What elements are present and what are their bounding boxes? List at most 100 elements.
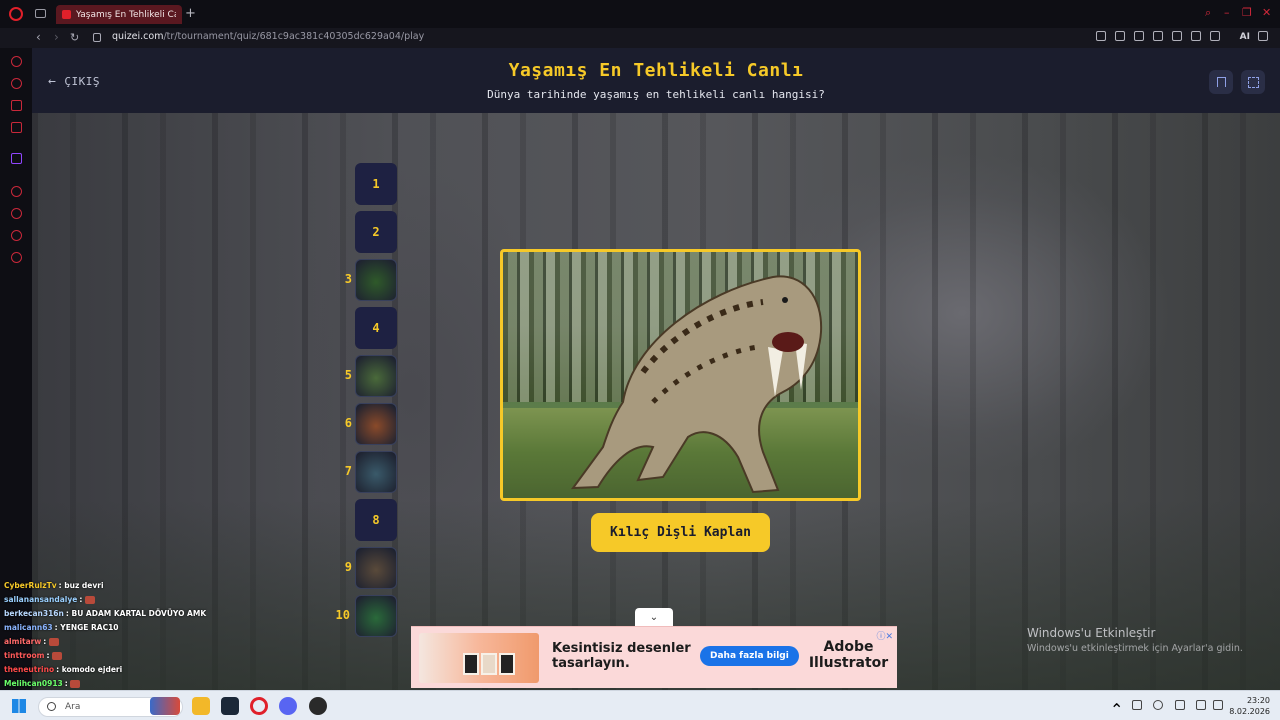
- widget-icon[interactable]: [150, 697, 180, 715]
- history-icon[interactable]: [11, 208, 22, 219]
- player-icon[interactable]: [1153, 31, 1163, 41]
- tab-overview-icon[interactable]: [35, 9, 46, 18]
- chat-username[interactable]: almitarw: [4, 637, 41, 646]
- speed-dial-icon[interactable]: [11, 56, 22, 67]
- bag-icon[interactable]: [11, 78, 22, 89]
- bracket-slot-number: 10: [335, 608, 350, 622]
- saber-tooth-cat-illustration: [570, 275, 823, 494]
- ad-close-icon[interactable]: ⓘ✕: [876, 629, 893, 642]
- news-icon[interactable]: [11, 122, 22, 133]
- chevron-down-icon: ⌄: [649, 611, 659, 623]
- tab-favicon-icon: [62, 10, 71, 19]
- bracket-slot-1[interactable]: 1: [355, 163, 397, 205]
- discord-icon[interactable]: [279, 697, 297, 715]
- obs-icon[interactable]: [309, 697, 327, 715]
- bracket-slot-10[interactable]: [355, 595, 397, 637]
- tray-chevron-icon[interactable]: ⌃: [1110, 700, 1123, 719]
- bracket-slot-number: 1: [372, 177, 380, 191]
- windows-start-icon[interactable]: [12, 699, 26, 713]
- answer-choice-button[interactable]: Kılıç Dişli Kaplan: [591, 513, 770, 552]
- clock-time: 23:20: [1246, 696, 1270, 705]
- chat-text: komodo ejderi: [61, 665, 123, 674]
- settings-icon[interactable]: [11, 252, 22, 263]
- windows-taskbar: Ara ⌃ 23:20 8.02.2026: [0, 690, 1280, 720]
- taskbar-search-placeholder: Ara: [65, 702, 81, 712]
- search-icon: [47, 702, 56, 711]
- chat-username[interactable]: berkecan316n: [4, 609, 64, 618]
- menu-icon[interactable]: [1258, 31, 1268, 41]
- browser-tab[interactable]: Yaşamış En Tehlikeli Canlı: [56, 5, 182, 24]
- chat-username[interactable]: sallanansandalye: [4, 595, 77, 604]
- bracket-slot-number: 4: [372, 321, 380, 335]
- bracket-slot-8[interactable]: 8: [355, 499, 397, 541]
- profile-icon[interactable]: [1191, 31, 1201, 41]
- chat-username[interactable]: theneutrino: [4, 665, 54, 674]
- player-sidebar-icon[interactable]: [11, 186, 22, 197]
- steam-icon[interactable]: [221, 697, 239, 715]
- new-tab-button[interactable]: +: [185, 6, 196, 21]
- bracket-slot-4[interactable]: 4: [355, 307, 397, 349]
- reload-icon[interactable]: ↻: [70, 31, 79, 44]
- tab-title: Yaşamış En Tehlikeli Canlı: [76, 9, 176, 20]
- bracket-slot-3[interactable]: [355, 259, 397, 301]
- bracket-slot-2[interactable]: 2: [355, 211, 397, 253]
- report-button[interactable]: [1209, 70, 1233, 94]
- chat-username[interactable]: Melihcan0913: [4, 679, 63, 688]
- volume-icon[interactable]: [1213, 700, 1223, 710]
- chat-username[interactable]: CyberRulzTv: [4, 581, 57, 590]
- close-window-icon[interactable]: ✕: [1262, 6, 1274, 19]
- chat-emote-icon: [84, 596, 95, 604]
- back-icon[interactable]: ‹: [36, 30, 41, 44]
- maximize-icon[interactable]: ❐: [1242, 6, 1254, 19]
- snapshot-icon[interactable]: [1115, 31, 1125, 41]
- bracket-slot-number: 8: [372, 513, 380, 527]
- url-field[interactable]: quizei.com/tr/tournament/quiz/681c9ac381…: [112, 31, 424, 42]
- microphone-icon[interactable]: [1175, 700, 1185, 710]
- quiz-subtitle: Dünya tarihinde yaşamış en tehlikeli can…: [487, 88, 825, 101]
- shield-icon[interactable]: [1134, 31, 1144, 41]
- chat-message: berkecan316n: BU ADAM KARTAL DÖVÜYO AMK: [4, 609, 206, 618]
- ad-tile: [463, 653, 479, 675]
- heart-icon[interactable]: [1172, 31, 1182, 41]
- bracket-slot-number: 7: [344, 464, 352, 478]
- system-clock[interactable]: 23:20 8.02.2026: [1229, 695, 1270, 717]
- bracket-slot-6[interactable]: [355, 403, 397, 445]
- chat-message: CyberRulzTv: buz devri: [4, 581, 104, 590]
- chat-username[interactable]: tinttroom: [4, 651, 45, 660]
- url-domain: quizei.com: [112, 31, 164, 42]
- opera-taskbar-icon[interactable]: [250, 697, 268, 715]
- bracket-slot-5[interactable]: [355, 355, 397, 397]
- address-bar: ‹ › ↻ quizei.com/tr/tournament/quiz/681c…: [0, 28, 1280, 48]
- ad-collapse-button[interactable]: ⌄: [635, 608, 673, 626]
- chat-username[interactable]: malicann63: [4, 623, 53, 632]
- monitor-icon[interactable]: [1196, 700, 1206, 710]
- ai-label[interactable]: AI: [1240, 32, 1250, 42]
- sync-icon[interactable]: [1132, 700, 1142, 710]
- chat-emote-icon: [52, 652, 63, 660]
- chat-message: almitarw:: [4, 637, 59, 646]
- fullscreen-button[interactable]: [1241, 70, 1265, 94]
- extensions-icon[interactable]: [11, 230, 22, 241]
- opera-logo-icon[interactable]: [9, 7, 23, 21]
- bracket-slot-number: 9: [344, 560, 352, 574]
- pin-icon[interactable]: [1096, 31, 1106, 41]
- chat-text: YENGE RAC10: [60, 623, 119, 632]
- forward-icon[interactable]: ›: [54, 30, 59, 44]
- messenger-icon[interactable]: [11, 100, 22, 111]
- clock-date: 8.02.2026: [1229, 707, 1270, 716]
- ad-cta-button[interactable]: Daha fazla bilgi: [700, 646, 799, 666]
- cloud-icon[interactable]: [1153, 700, 1163, 710]
- ad-brand: Adobe Illustrator: [808, 639, 889, 671]
- bracket-slot-9[interactable]: [355, 547, 397, 589]
- contestant-image[interactable]: [500, 249, 861, 501]
- download-icon[interactable]: [1210, 31, 1220, 41]
- advertisement-banner[interactable]: Kesintisiz desenler tasarlayın. Daha faz…: [411, 626, 897, 688]
- url-path: /tr/tournament/quiz/681c9ac381c40305dc62…: [163, 31, 425, 42]
- bracket-slot-7[interactable]: [355, 451, 397, 493]
- file-explorer-icon[interactable]: [192, 697, 210, 715]
- minimize-icon[interactable]: –: [1224, 6, 1236, 19]
- twitch-icon[interactable]: [11, 153, 22, 164]
- tab-strip: Yaşamış En Tehlikeli Canlı + ⌕ – ❐ ✕: [0, 0, 1280, 28]
- flag-icon: [1216, 77, 1226, 87]
- search-tabs-icon[interactable]: ⌕: [1205, 6, 1217, 19]
